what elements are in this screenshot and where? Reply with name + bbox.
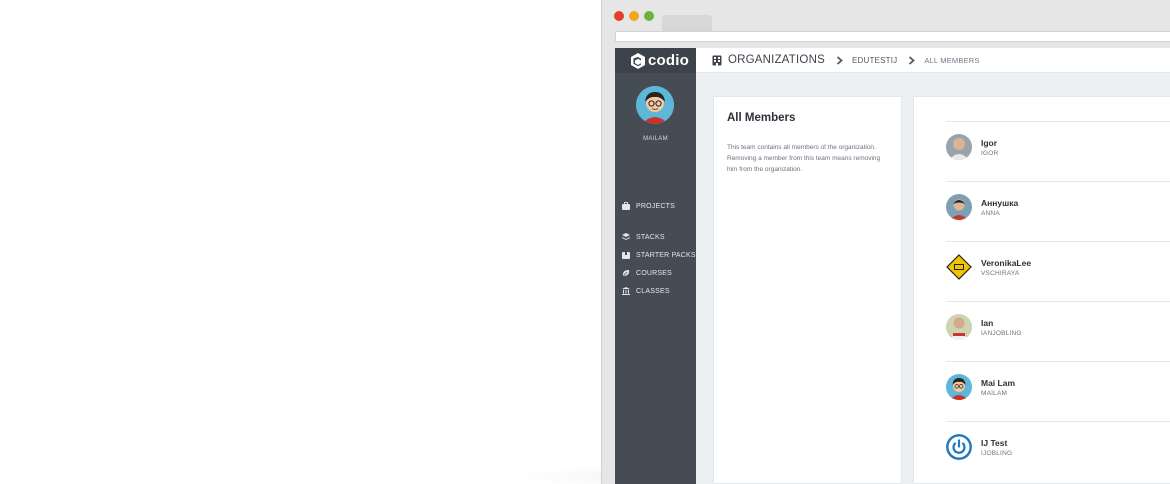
codio-app: codio MAILAM PROJECTS STACKS STARTER PAC…: [615, 48, 1170, 484]
logo[interactable]: codio: [615, 48, 696, 73]
member-name: VeronikaLee: [981, 258, 1032, 268]
team-title: All Members: [727, 112, 796, 124]
member-username: IJOBLING: [981, 450, 1013, 457]
avatar-photo-icon: [946, 194, 972, 220]
window-minimize-button[interactable]: [629, 11, 639, 21]
member-name: Ian: [981, 318, 994, 328]
member-avatar: [946, 254, 972, 280]
logo-text: codio: [648, 52, 689, 69]
member-username: MAILAM: [981, 390, 1008, 397]
sidebar-item-label: STACKS: [636, 233, 665, 241]
avatar-photo-icon: [946, 314, 972, 340]
warning-sign-icon: [946, 254, 972, 280]
sidebar-item-label: CLASSES: [636, 287, 670, 295]
building-icon: [712, 55, 722, 65]
sidebar-username: MAILAM: [643, 136, 668, 142]
sidebar: codio MAILAM PROJECTS STACKS STARTER PAC…: [615, 48, 696, 484]
team-info-card: All Members This team contains all membe…: [713, 96, 902, 484]
member-avatar: [946, 314, 972, 340]
window-close-button[interactable]: [614, 11, 624, 21]
list-item-member[interactable]: Ian IANJOBLING: [946, 301, 1170, 361]
power-icon: [946, 434, 972, 460]
list-item-member[interactable]: VeronikaLee VSCHIRAYA: [946, 241, 1170, 301]
chevron-right-icon: [909, 55, 916, 65]
sidebar-item-starter-packs[interactable]: STARTER PACKS: [622, 251, 696, 259]
member-name: Аннушка: [981, 198, 1019, 208]
member-name: Igor: [981, 138, 998, 148]
sidebar-item-label: STARTER PACKS: [636, 251, 696, 259]
sidebar-item-classes[interactable]: CLASSES: [622, 287, 670, 295]
list-item-member[interactable]: Igor IGOR: [946, 121, 1170, 181]
member-username: ANNA: [981, 210, 1000, 217]
chevron-right-icon: [836, 55, 843, 65]
list-item-member[interactable]: Mai Lam MAILAM: [946, 361, 1170, 421]
team-description: This team contains all members of the or…: [727, 144, 881, 173]
browser-tab[interactable]: [662, 15, 712, 31]
layers-icon: [622, 233, 630, 240]
member-avatar: [946, 134, 972, 160]
member-name: Mai Lam: [981, 378, 1016, 388]
member-avatar: [946, 194, 972, 220]
member-username: VSCHIRAYA: [981, 270, 1020, 277]
codio-logo-icon: [631, 52, 645, 69]
leaf-icon: [622, 270, 630, 276]
sidebar-item-courses[interactable]: COURSES: [622, 269, 672, 277]
user-avatar[interactable]: [636, 86, 674, 124]
list-item-member[interactable]: Аннушка ANNA: [946, 181, 1170, 241]
breadcrumb: ORGANIZATIONS EDUTESTIJ ALL MEMBERS: [696, 48, 1170, 73]
breadcrumb-organizations-link[interactable]: ORGANIZATIONS: [728, 54, 825, 66]
members-list: Igor IGOR Аннушка ANNA VeronikaLee VSCHI…: [913, 96, 1170, 484]
bank-icon: [622, 287, 630, 295]
screenshot-stage: codio MAILAM PROJECTS STACKS STARTER PAC…: [0, 0, 1170, 484]
sidebar-item-label: COURSES: [636, 269, 673, 277]
avatar-cartoon-icon: [946, 374, 972, 400]
sidebar-item-projects[interactable]: PROJECTS: [622, 202, 675, 210]
browser-window: codio MAILAM PROJECTS STACKS STARTER PAC…: [601, 0, 1170, 484]
box-icon: [622, 252, 630, 259]
member-name: IJ Test: [981, 438, 1008, 448]
briefcase-icon: [622, 202, 630, 210]
avatar-photo-icon: [946, 134, 972, 160]
list-item-member[interactable]: IJ Test IJOBLING: [946, 421, 1170, 481]
member-username: IGOR: [981, 150, 999, 157]
member-avatar: [946, 374, 972, 400]
breadcrumb-organization-link[interactable]: EDUTESTIJ: [852, 56, 897, 65]
sidebar-item-stacks[interactable]: STACKS: [622, 233, 665, 241]
window-maximize-button[interactable]: [644, 11, 654, 21]
address-bar[interactable]: [615, 31, 1170, 42]
breadcrumb-current: ALL MEMBERS: [924, 55, 980, 65]
member-username: IANJOBLING: [981, 330, 1022, 337]
user-avatar-icon: [636, 86, 674, 124]
sidebar-item-label: PROJECTS: [636, 202, 675, 210]
member-avatar: [946, 434, 972, 460]
